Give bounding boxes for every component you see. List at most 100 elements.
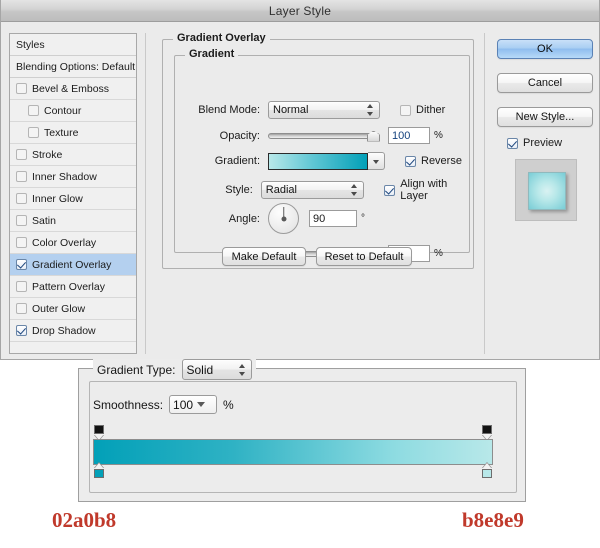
angle-dial-hub xyxy=(281,216,286,221)
gradient-row: Gradient: Reverse xyxy=(174,152,470,170)
color-stop-swatch xyxy=(94,469,104,478)
style-row: Style: Radial Align with Layer xyxy=(174,178,470,202)
styles-item-inner-shadow[interactable]: Inner Shadow xyxy=(10,166,136,188)
align-with-layer-checkbox[interactable] xyxy=(384,184,396,196)
styles-item-checkbox[interactable] xyxy=(16,149,27,160)
styles-item-label: Drop Shadow xyxy=(32,324,96,337)
blend-mode-label: Blend Mode: xyxy=(198,104,260,116)
styles-item-label: Satin xyxy=(32,214,56,227)
ok-label: OK xyxy=(537,43,553,55)
styles-item-contour[interactable]: Contour xyxy=(10,100,136,122)
dither-checkbox[interactable] xyxy=(400,104,411,116)
styles-item-checkbox[interactable] xyxy=(16,171,27,182)
color-stop-left[interactable] xyxy=(93,463,105,479)
color-stop-right[interactable] xyxy=(481,463,493,479)
gradient-overlay-panel: Gradient Overlay Gradient Blend Mode: No… xyxy=(145,32,485,354)
blending-options-label: Blending Options: Default xyxy=(16,60,136,73)
styles-item-checkbox[interactable] xyxy=(16,215,27,226)
reverse-label: Reverse xyxy=(421,155,462,167)
styles-item-checkbox[interactable] xyxy=(16,281,27,292)
gradient-type-header: Gradient Type: Solid xyxy=(93,359,256,380)
styles-header-row[interactable]: Styles xyxy=(10,34,136,56)
angle-dial[interactable] xyxy=(268,203,299,234)
style-select[interactable]: Radial xyxy=(260,181,365,199)
preview-swatch xyxy=(528,172,566,210)
hex-label-right: b8e8e9 xyxy=(462,508,524,532)
gradient-overlay-group-title: Gradient Overlay xyxy=(173,32,270,44)
align-with-layer-label: Align with Layer xyxy=(400,178,448,202)
angle-row: Angle: 90 ° xyxy=(174,203,470,234)
new-style-button[interactable]: New Style... xyxy=(497,107,593,127)
opacity-value: 100 xyxy=(392,129,411,142)
chevron-updown-icon xyxy=(238,363,247,377)
styles-item-label: Stroke xyxy=(32,148,63,161)
dither-checkbox-row[interactable]: Dither xyxy=(400,104,445,116)
styles-item-label: Outer Glow xyxy=(32,302,86,315)
gradient-picker[interactable] xyxy=(268,152,385,170)
style-label: Style: xyxy=(225,184,253,196)
styles-items-container: Bevel & Emboss Contour Texture Stroke Inner … xyxy=(10,78,136,342)
styles-list-panel: Styles Blending Options: Default Bevel &… xyxy=(9,33,137,354)
smoothness-value: 100 xyxy=(173,397,194,412)
reverse-checkbox-row[interactable]: Reverse xyxy=(405,155,462,167)
opacity-input[interactable]: 100 xyxy=(388,127,430,144)
reverse-checkbox[interactable] xyxy=(405,155,416,167)
make-default-label: Make Default xyxy=(231,250,297,263)
opacity-stop-swatch xyxy=(482,425,492,434)
style-value: Radial xyxy=(265,184,297,196)
styles-item-checkbox[interactable] xyxy=(16,325,27,336)
styles-item-outer-glow[interactable]: Outer Glow xyxy=(10,298,136,320)
blend-mode-select[interactable]: Normal xyxy=(268,101,380,119)
styles-item-inner-glow[interactable]: Inner Glow xyxy=(10,188,136,210)
chevron-down-icon xyxy=(197,402,206,407)
styles-item-checkbox[interactable] xyxy=(16,303,27,314)
styles-item-stroke[interactable]: Stroke xyxy=(10,144,136,166)
angle-label: Angle: xyxy=(228,212,260,225)
styles-item-label: Inner Glow xyxy=(32,192,83,205)
styles-item-checkbox[interactable] xyxy=(16,237,27,248)
blend-mode-row: Blend Mode: Normal Dither xyxy=(174,101,470,119)
gradient-type-select[interactable]: Solid xyxy=(181,359,252,380)
chevron-down-icon[interactable] xyxy=(368,152,385,170)
chevron-updown-icon xyxy=(350,183,359,197)
styles-item-bevel-emboss[interactable]: Bevel & Emboss xyxy=(10,78,136,100)
styles-item-label: Pattern Overlay xyxy=(32,280,105,293)
styles-item-checkbox[interactable] xyxy=(28,105,39,116)
dialog-titlebar: Layer Style xyxy=(1,0,599,22)
styles-item-label: Inner Shadow xyxy=(32,170,97,183)
screenshot-root: Layer Style Styles Blending Options: Def… xyxy=(0,0,600,548)
reset-to-default-label: Reset to Default xyxy=(324,250,404,263)
new-style-label: New Style... xyxy=(515,111,575,123)
gradient-preview-strip[interactable] xyxy=(93,439,493,465)
angle-input[interactable]: 90 xyxy=(309,210,357,227)
ok-button[interactable]: OK xyxy=(497,39,593,59)
cancel-button[interactable]: Cancel xyxy=(497,73,593,93)
opacity-row: Opacity: 100 % xyxy=(174,127,470,144)
reset-to-default-button[interactable]: Reset to Default xyxy=(316,247,412,266)
styles-item-checkbox[interactable] xyxy=(16,193,27,204)
styles-item-drop-shadow[interactable]: Drop Shadow xyxy=(10,320,136,342)
styles-item-gradient-overlay[interactable]: Gradient Overlay xyxy=(10,254,136,276)
styles-item-pattern-overlay[interactable]: Pattern Overlay xyxy=(10,276,136,298)
styles-item-checkbox[interactable] xyxy=(16,83,27,94)
align-with-layer-checkbox-row[interactable]: Align with Layer xyxy=(384,178,470,202)
make-default-button[interactable]: Make Default xyxy=(222,247,306,266)
styles-item-label: Color Overlay xyxy=(32,236,97,249)
styles-item-texture[interactable]: Texture xyxy=(10,122,136,144)
styles-item-checkbox[interactable] xyxy=(16,259,27,270)
preview-checkbox-row[interactable]: Preview xyxy=(507,137,562,149)
opacity-stop-swatch xyxy=(94,425,104,434)
scale-unit: % xyxy=(434,248,443,259)
styles-item-satin[interactable]: Satin xyxy=(10,210,136,232)
opacity-label: Opacity: xyxy=(219,129,260,142)
gradient-strip-area xyxy=(93,425,493,478)
gradient-swatch[interactable] xyxy=(268,152,368,170)
preview-checkbox[interactable] xyxy=(507,137,518,149)
blending-options-row[interactable]: Blending Options: Default xyxy=(10,56,136,78)
styles-item-checkbox[interactable] xyxy=(28,127,39,138)
angle-value: 90 xyxy=(313,212,326,225)
dither-label: Dither xyxy=(416,104,446,116)
styles-item-color-overlay[interactable]: Color Overlay xyxy=(10,232,136,254)
opacity-slider[interactable] xyxy=(268,129,380,143)
smoothness-select[interactable]: 100 xyxy=(169,395,218,414)
